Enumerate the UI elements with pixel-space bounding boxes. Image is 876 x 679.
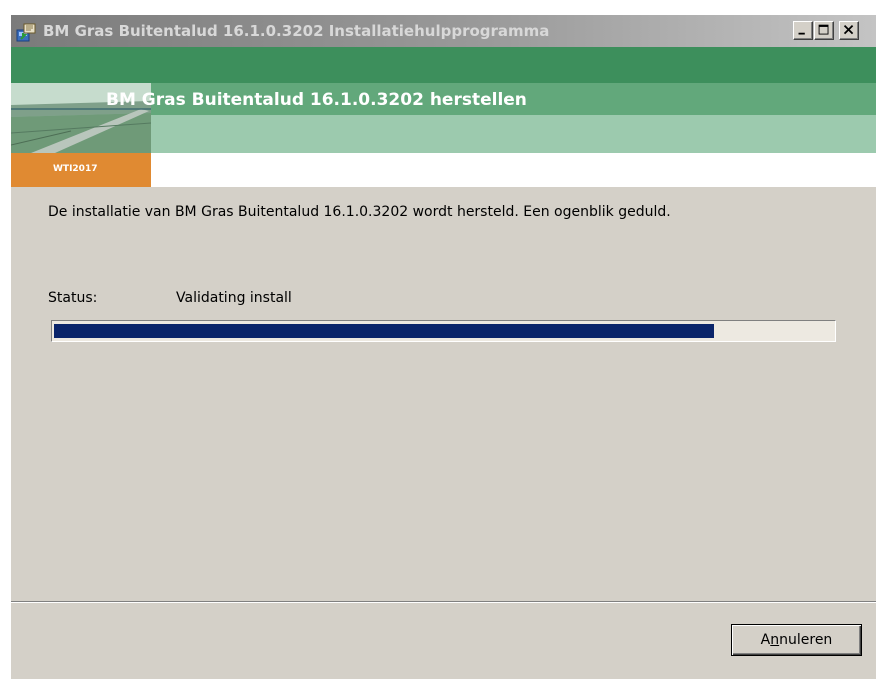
status-value: Validating install	[176, 290, 292, 306]
cancel-label-mnemonic: n	[770, 631, 780, 648]
progress-bar	[51, 320, 836, 342]
close-button[interactable]	[839, 21, 859, 40]
close-icon	[843, 24, 854, 35]
minimize-button[interactable]	[793, 21, 813, 40]
progress-bar-fill	[54, 324, 714, 338]
status-label: Status:	[48, 290, 98, 306]
badge-label: WTI2017	[53, 164, 98, 174]
progress-message: De installatie van BM Gras Buitentalud 1…	[48, 204, 671, 220]
title-bar[interactable]: BM Gras Buitentalud 16.1.0.3202 Installa…	[11, 15, 876, 47]
minimize-icon	[798, 32, 805, 35]
window-title: BM Gras Buitentalud 16.1.0.3202 Installa…	[43, 22, 550, 40]
banner-band-dark	[11, 47, 876, 83]
header-banner: BM Gras Buitentalud 16.1.0.3202 herstell…	[11, 47, 876, 187]
installer-icon	[16, 23, 36, 42]
cancel-button[interactable]: Annuleren	[731, 624, 862, 656]
wti-badge: WTI2017	[11, 153, 151, 187]
maximize-icon	[818, 24, 829, 35]
maximize-button[interactable]	[814, 21, 834, 40]
cancel-label-prefix: A	[760, 631, 771, 648]
banner-title: BM Gras Buitentalud 16.1.0.3202 herstell…	[106, 90, 527, 110]
bottom-separator	[11, 601, 876, 603]
installer-window: BM Gras Buitentalud 16.1.0.3202 Installa…	[10, 14, 876, 679]
cancel-label-suffix: nuleren	[779, 631, 833, 648]
